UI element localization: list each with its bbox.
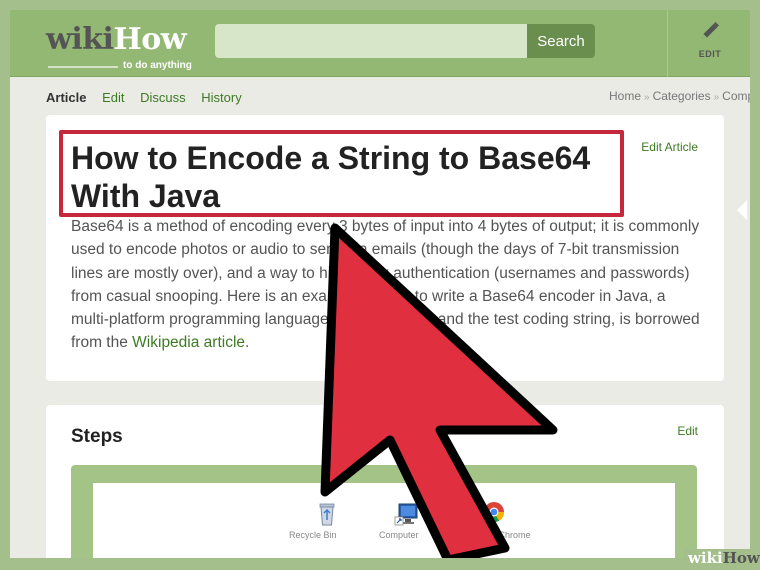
- pencil-icon: [702, 22, 719, 39]
- wikihow-watermark: wikiHow: [684, 549, 760, 570]
- step-screenshot: Recycle Bin Computer Google Chrome: [93, 483, 675, 570]
- chrome-label: Google Chrome: [467, 530, 531, 540]
- recycle-bin-icon: [319, 503, 335, 526]
- side-tab-notch: [737, 200, 747, 220]
- breadcrumb-computers[interactable]: Comp: [722, 89, 754, 103]
- header-divider: [667, 10, 668, 77]
- wikihow-logo[interactable]: wikiHow to do anything: [46, 22, 192, 71]
- recycle-bin-label: Recycle Bin: [289, 530, 337, 540]
- article-tabs: Article Edit Discuss History: [46, 90, 254, 105]
- breadcrumb-categories[interactable]: Categories: [653, 89, 711, 103]
- breadcrumb: Home» Categories» Comp: [609, 89, 754, 103]
- search-button[interactable]: Search: [527, 24, 595, 58]
- edit-page-label: EDIT: [698, 49, 722, 59]
- logo-wiki-text: wiki: [46, 22, 114, 57]
- wikipedia-article-link[interactable]: Wikipedia article: [132, 334, 245, 351]
- steps-heading: Steps: [71, 426, 123, 447]
- tab-edit[interactable]: Edit: [102, 90, 124, 105]
- computer-label: Computer: [379, 530, 419, 540]
- watermark-how: How: [722, 549, 760, 567]
- breadcrumb-home[interactable]: Home: [609, 89, 641, 103]
- site-header: wikiHow to do anything Search EDIT: [10, 10, 750, 77]
- steps-card: Steps Edit Recycle Bin Computer Google C…: [46, 405, 724, 570]
- title-highlight-box: [59, 130, 624, 217]
- edit-page-button[interactable]: EDIT: [678, 10, 742, 77]
- logo-how-text: How: [113, 22, 187, 57]
- article-intro: Base64 is a method of encoding every 3 b…: [71, 215, 701, 355]
- article-intro-card: Edit Article How to Encode a String to B…: [46, 115, 724, 381]
- logo-underline: [48, 66, 118, 68]
- intro-text: Base64 is a method of encoding every 3 b…: [71, 218, 700, 352]
- chrome-icon: [479, 502, 505, 526]
- search-input[interactable]: [215, 24, 528, 58]
- tab-discuss[interactable]: Discuss: [140, 90, 186, 105]
- breadcrumb-separator: »: [713, 92, 720, 103]
- computer-icon: [394, 503, 418, 526]
- watermark-wiki: wiki: [688, 549, 723, 567]
- intro-text-end: .: [245, 334, 250, 352]
- tab-history[interactable]: History: [201, 90, 241, 105]
- step-image-frame: Recycle Bin Computer Google Chrome: [71, 465, 697, 570]
- breadcrumb-separator: »: [644, 92, 650, 103]
- logo-tagline: to do anything: [123, 60, 192, 71]
- edit-article-link[interactable]: Edit Article: [641, 140, 698, 154]
- steps-edit-link[interactable]: Edit: [677, 424, 698, 438]
- tab-article[interactable]: Article: [46, 90, 86, 105]
